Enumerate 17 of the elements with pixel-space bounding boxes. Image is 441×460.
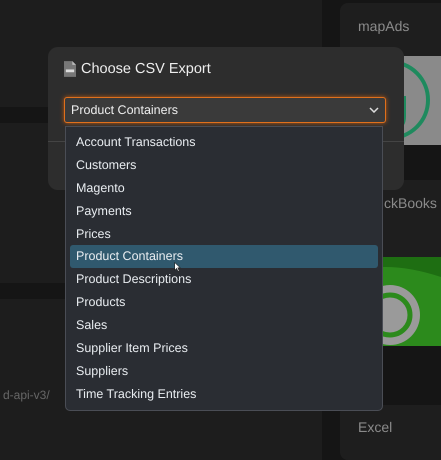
dropdown-option[interactable]: Customers bbox=[70, 154, 378, 177]
dialog-title: Choose CSV Export bbox=[81, 61, 211, 77]
csv-file-icon bbox=[64, 61, 76, 77]
dropdown-option[interactable]: Account Transactions bbox=[70, 131, 378, 154]
card-title: Excel bbox=[357, 418, 394, 437]
integration-card[interactable]: Excel bbox=[340, 405, 441, 460]
dropdown-option[interactable]: Time Tracking Entries bbox=[70, 382, 378, 406]
card-title: mapAds bbox=[357, 17, 410, 36]
url-text: d-api-v3/ bbox=[3, 388, 50, 402]
chevron-down-icon bbox=[369, 107, 379, 113]
logo-icon bbox=[383, 257, 441, 346]
dropdown-option[interactable]: Product Containers bbox=[70, 245, 378, 268]
dropdown-option[interactable]: Suppliers bbox=[70, 360, 378, 383]
card-title: ckBooks bbox=[383, 194, 438, 213]
export-select[interactable]: Product Containers bbox=[64, 97, 386, 123]
logo-icon bbox=[404, 56, 441, 145]
cursor-icon bbox=[174, 262, 181, 272]
